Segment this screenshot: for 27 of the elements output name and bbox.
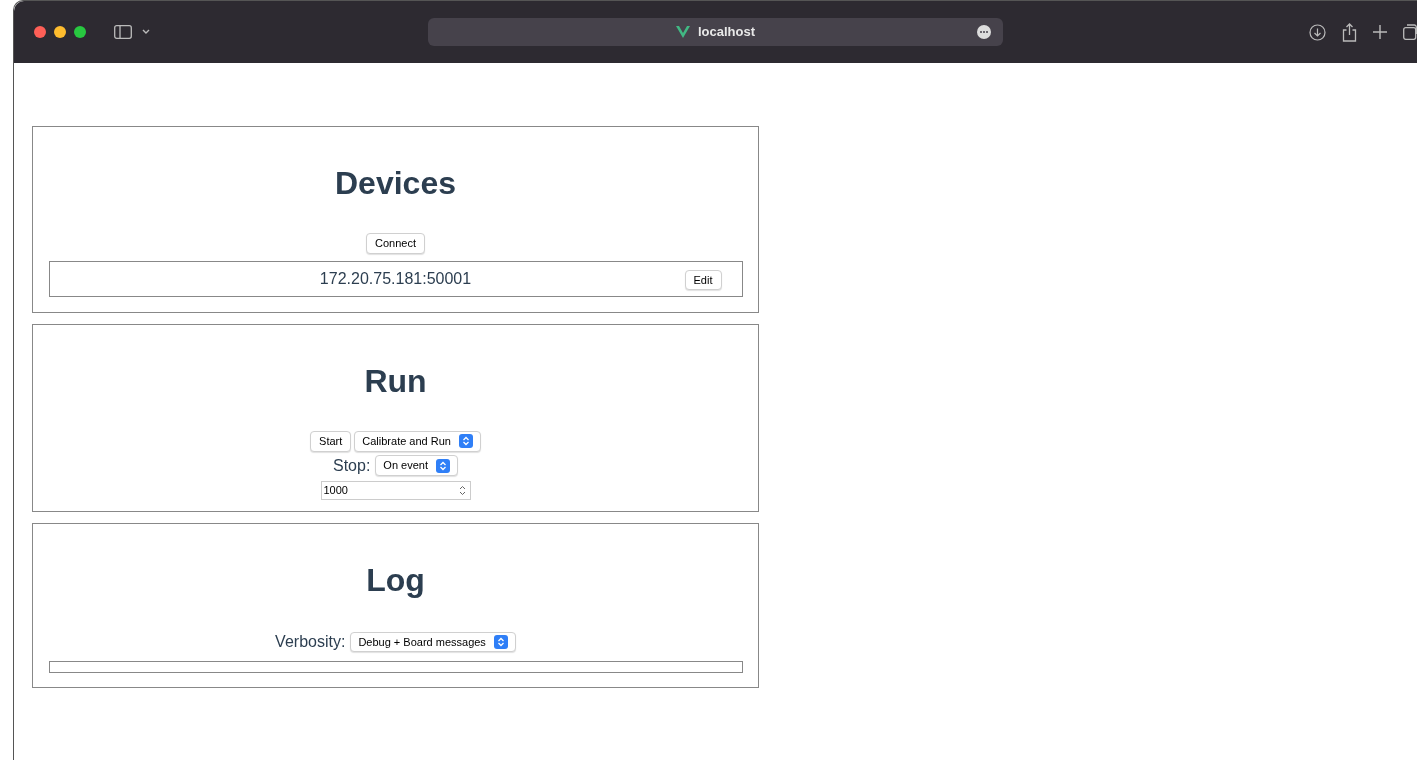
address-bar[interactable]: localhost [428,18,1003,46]
v-logo-icon [675,26,690,38]
start-button[interactable]: Start [310,431,352,452]
section-title: Log [366,561,425,600]
download-icon[interactable] [1309,23,1326,41]
chevron-down-icon[interactable] [142,29,150,35]
sidebar-icon[interactable] [114,25,132,39]
connect-button[interactable]: Connect [366,233,425,254]
edit-button[interactable]: Edit [684,269,722,290]
stop-label: Stop: [333,455,371,476]
verbosity-select[interactable]: Debug + Board messages [350,631,516,653]
stepper-icon[interactable] [458,484,466,496]
tabs-icon[interactable] [1403,24,1417,40]
mode-select[interactable]: Calibrate and Run [354,431,481,452]
verbosity-label: Verbosity: [275,632,346,652]
stop-select[interactable]: On event [375,455,458,476]
select-arrows-icon [458,434,473,449]
plus-icon[interactable] [1373,25,1387,39]
more-icon[interactable] [977,25,991,39]
select-arrows-icon [436,458,450,473]
section-title: Devices [335,164,456,203]
address-text: localhost [697,23,756,42]
section-title: Run [364,362,427,401]
select-arrows-icon [493,635,508,649]
share-icon[interactable] [1342,22,1357,42]
device-address: 172.20.75.181:50001 [319,268,472,289]
count-spin-field[interactable]: 1000 [320,480,471,500]
